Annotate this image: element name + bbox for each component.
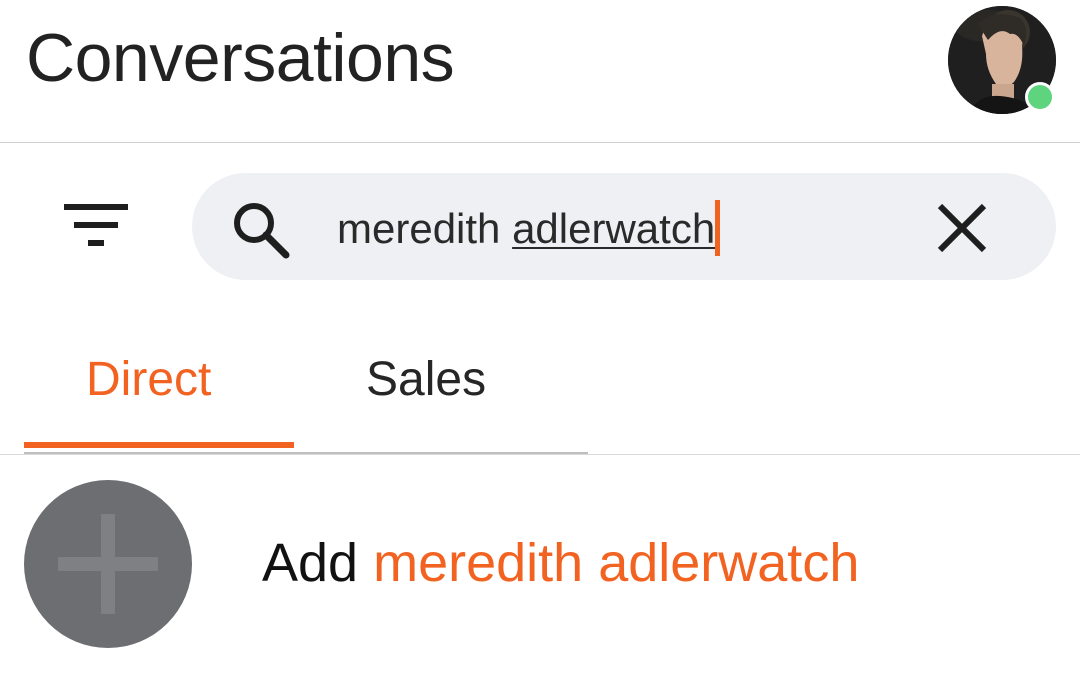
tab-sales[interactable]: Sales <box>366 356 486 404</box>
conversation-tabs: Direct Sales <box>0 330 1080 455</box>
add-contact-avatar <box>24 480 192 648</box>
clear-search-button[interactable] <box>932 198 992 258</box>
search-query-word-2: adlerwatch <box>512 205 716 252</box>
online-status-dot <box>1025 82 1055 112</box>
filter-button[interactable] <box>56 196 136 260</box>
page-title: Conversations <box>26 20 455 96</box>
filter-lines-icon <box>64 204 128 246</box>
tabs-underline <box>24 452 588 454</box>
search-bar[interactable]: meredith adlerwatch <box>192 173 1056 280</box>
magnifier-icon <box>228 199 294 259</box>
add-contact-row[interactable]: Add meredith adlerwatch <box>0 462 1080 672</box>
tab-direct[interactable]: Direct <box>86 356 211 404</box>
add-contact-label: Add meredith adlerwatch <box>262 536 859 590</box>
active-tab-indicator <box>24 442 294 448</box>
tabs-divider <box>0 454 1080 455</box>
plus-icon <box>58 514 158 614</box>
add-prefix: Add <box>262 533 359 593</box>
add-contact-name: meredith adlerwatch <box>373 533 860 593</box>
app-header: Conversations <box>0 0 1080 143</box>
close-x-icon <box>937 203 987 253</box>
text-caret <box>715 199 721 256</box>
search-input[interactable]: meredith adlerwatch <box>337 199 721 257</box>
search-query-word-1: meredith <box>337 205 501 252</box>
